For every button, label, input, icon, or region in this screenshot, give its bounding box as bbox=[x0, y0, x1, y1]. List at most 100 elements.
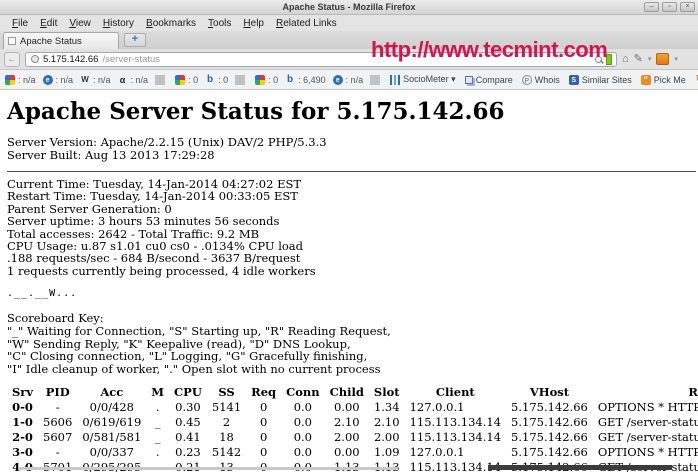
seo-stat: : n/a bbox=[118, 75, 149, 85]
window-title: Apache Status - Mozilla Firefox bbox=[282, 2, 415, 12]
google-icon bbox=[175, 75, 185, 85]
column-header: PID bbox=[38, 385, 77, 400]
quill-icon[interactable]: ✎ bbox=[634, 52, 643, 67]
chevron-down-icon[interactable]: ▾ bbox=[674, 55, 678, 63]
tab-label: Apache Status bbox=[20, 36, 82, 47]
seo-toolbar: : n/a: n/a: n/a: n/a: 0: 0: 0: 6,490: n/… bbox=[0, 70, 698, 90]
table-cell: GET /server-status?refresh=5 HTTP/1.1 bbox=[593, 415, 698, 430]
scoreboard-key-line: "I" Idle cleanup of worker, "." Open slo… bbox=[7, 363, 698, 376]
toolbar-button[interactable]: Similar Sites bbox=[569, 75, 632, 85]
pick-me-icon bbox=[641, 75, 651, 85]
panel-icon[interactable] bbox=[656, 53, 669, 65]
bing-icon bbox=[205, 75, 215, 85]
seo-buttons: SocioMeter ▾ Compare Whois Similar Sites Pic… bbox=[390, 74, 698, 85]
table-cell: . bbox=[146, 400, 169, 415]
column-header: Child bbox=[325, 385, 369, 400]
table-cell: 0/0/428 bbox=[77, 400, 146, 415]
table-cell: 127.0.0.1 bbox=[405, 445, 506, 460]
menu-item[interactable]: View bbox=[63, 18, 97, 29]
watermark: http://www.tecmint.com bbox=[371, 37, 607, 63]
scoreboard-key-line: "_" Waiting for Connection, "S" Starting… bbox=[7, 325, 698, 338]
table-header-row: SrvPIDAccMCPUSSReqConnChildSlotClientVHo… bbox=[7, 385, 698, 400]
table-cell: 5.175.142.66 bbox=[506, 430, 593, 445]
table-cell: 0.0 bbox=[281, 415, 325, 430]
page-title: Apache Server Status for 5.175.142.66 bbox=[7, 98, 698, 125]
table-cell: 5.175.142.66 bbox=[506, 445, 593, 460]
table-cell: 0/619/619 bbox=[77, 415, 146, 430]
close-button[interactable]: × bbox=[680, 2, 695, 12]
maximize-button[interactable]: ▫ bbox=[662, 2, 677, 12]
table-cell: 2.10 bbox=[369, 415, 405, 430]
wot-icon bbox=[80, 75, 90, 85]
scoreboard-key: "_" Waiting for Connection, "S" Starting… bbox=[7, 325, 698, 375]
table-cell: . bbox=[146, 445, 169, 460]
column-header: Request bbox=[593, 385, 698, 400]
toolbar-button[interactable]: SocioMeter ▾ bbox=[390, 74, 456, 85]
menu-item[interactable]: File bbox=[6, 18, 34, 29]
window-controls: – ▫ × bbox=[644, 2, 695, 12]
table-cell: 5142 bbox=[207, 445, 246, 460]
compare-icon bbox=[465, 76, 473, 84]
table-cell: 127.0.0.1 bbox=[405, 400, 506, 415]
table-cell: 0/581/581 bbox=[77, 430, 146, 445]
url-path: /server-status bbox=[102, 54, 160, 65]
menu-item[interactable]: Tools bbox=[202, 18, 237, 29]
toolbar-button[interactable]: Pick Me bbox=[641, 75, 686, 85]
chevron-down-icon[interactable]: ▾ bbox=[648, 55, 652, 63]
toolbar-button[interactable]: Compare bbox=[465, 75, 513, 85]
table-cell: OPTIONS * HTTP/1.0 bbox=[593, 445, 698, 460]
column-header: Slot bbox=[369, 385, 405, 400]
table-cell: 0-0 bbox=[7, 400, 38, 415]
table-cell: 0.0 bbox=[281, 430, 325, 445]
tab-favicon-icon bbox=[8, 37, 16, 45]
seo-stat: : 0 bbox=[175, 75, 198, 85]
toolbar-button[interactable]: Whois bbox=[522, 75, 560, 85]
url-host: 5.175.142.66 bbox=[43, 54, 98, 65]
seo-stat: : 6,490 bbox=[285, 75, 326, 85]
table-cell: - bbox=[38, 400, 77, 415]
minimize-button[interactable]: – bbox=[644, 2, 659, 12]
column-header: Acc bbox=[77, 385, 146, 400]
table-cell: 1.34 bbox=[369, 400, 405, 415]
table-cell: _ bbox=[146, 430, 169, 445]
table-cell: 2-0 bbox=[7, 430, 38, 445]
table-cell: 1.09 bbox=[369, 445, 405, 460]
seo-stat: : 0 bbox=[255, 75, 278, 85]
blue-globe-icon bbox=[333, 75, 343, 85]
table-cell: 0.45 bbox=[169, 415, 207, 430]
home-icon[interactable]: ⌂ bbox=[622, 52, 629, 67]
info-line: Server uptime: 3 hours 53 minutes 56 sec… bbox=[7, 215, 698, 227]
table-cell: 2.10 bbox=[325, 415, 369, 430]
menu-item[interactable]: Help bbox=[237, 18, 270, 29]
info-line: Restart Time: Tuesday, 14-Jan-2014 00:33… bbox=[7, 190, 698, 202]
server-built: Server Built: Aug 13 2013 17:29:28 bbox=[7, 149, 698, 162]
column-header: VHost bbox=[506, 385, 593, 400]
table-cell: 0.0 bbox=[281, 445, 325, 460]
table-cell: 0 bbox=[246, 415, 281, 430]
separator bbox=[370, 75, 380, 85]
table-cell: 5606 bbox=[38, 415, 77, 430]
similar-sites-icon bbox=[569, 75, 579, 85]
table-cell: - bbox=[38, 445, 77, 460]
seo-stat bbox=[155, 75, 168, 85]
blue-globe-icon bbox=[43, 75, 53, 85]
cutoff-row-fragment bbox=[488, 465, 672, 470]
table-cell: 2 bbox=[207, 415, 246, 430]
menu-item[interactable]: Edit bbox=[34, 18, 63, 29]
back-button[interactable]: ← bbox=[4, 52, 20, 67]
column-header: Req bbox=[246, 385, 281, 400]
table-cell: 0.0 bbox=[281, 400, 325, 415]
bing-icon bbox=[285, 75, 295, 85]
table-cell: OPTIONS * HTTP/1.0 bbox=[593, 400, 698, 415]
table-cell: 0 bbox=[246, 400, 281, 415]
menu-item[interactable]: Bookmarks bbox=[140, 18, 202, 29]
new-tab-button[interactable]: + bbox=[124, 33, 146, 47]
title-bar: Apache Status - Mozilla Firefox – ▫ × bbox=[0, 0, 698, 15]
table-cell: 2.00 bbox=[369, 430, 405, 445]
menu-item[interactable]: Related Links bbox=[270, 18, 343, 29]
site-favicon-icon bbox=[31, 55, 39, 63]
page-content: Apache Server Status for 5.175.142.66 Se… bbox=[0, 90, 698, 472]
column-header: Srv bbox=[7, 385, 38, 400]
tab-apache-status[interactable]: Apache Status bbox=[3, 32, 119, 49]
menu-item[interactable]: History bbox=[97, 18, 140, 29]
